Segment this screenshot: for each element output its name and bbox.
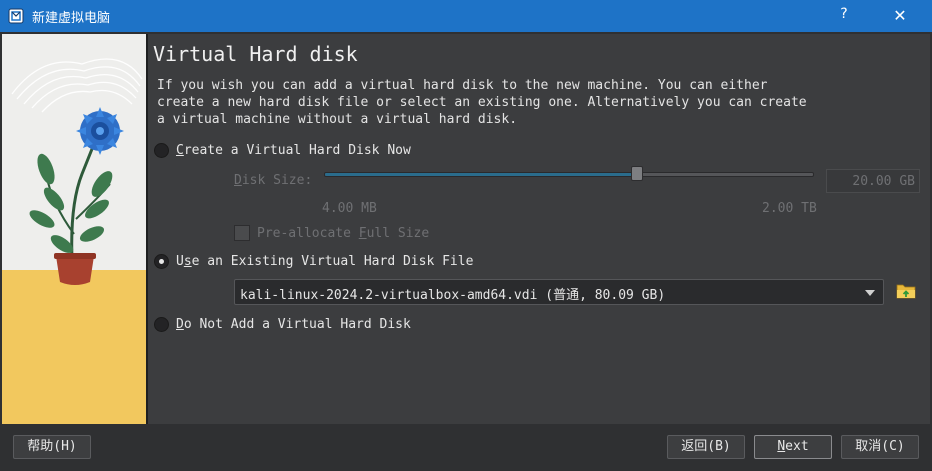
radio-create-label: Create a Virtual Hard Disk Now <box>176 143 411 158</box>
disk-size-label: Disk Size: <box>234 173 313 188</box>
slider-max-label: 2.00 TB <box>762 201 817 216</box>
radio-create-new-disk[interactable]: Create a Virtual Hard Disk Now <box>154 143 411 158</box>
wizard-illustration <box>2 34 146 424</box>
plant-illustration <box>2 34 146 424</box>
help-title-button[interactable]: ? <box>836 6 852 26</box>
radio-no-disk[interactable]: Do Not Add a Virtual Hard Disk <box>154 317 411 332</box>
existing-disk-value: kali-linux-2024.2-virtualbox-amd64.vdi (… <box>240 288 666 303</box>
slider-handle[interactable] <box>631 166 644 181</box>
radio-existing-label: Use an Existing Virtual Hard Disk File <box>176 254 474 269</box>
radio-use-existing-disk[interactable]: Use an Existing Virtual Hard Disk File <box>154 254 473 269</box>
title-bar: 新建虚拟电脑 ? ✕ <box>0 0 932 32</box>
radio-button[interactable] <box>154 254 169 269</box>
window-title: 新建虚拟电脑 <box>32 11 111 26</box>
disk-size-input[interactable]: 20.00 GB <box>826 169 920 193</box>
existing-disk-select[interactable]: kali-linux-2024.2-virtualbox-amd64.vdi (… <box>234 279 884 305</box>
radio-button[interactable] <box>154 143 169 158</box>
slider-min-label: 4.00 MB <box>322 201 377 216</box>
help-button[interactable]: 帮助(H) <box>13 435 91 459</box>
radio-button[interactable] <box>154 317 169 332</box>
close-button[interactable]: ✕ <box>886 6 914 28</box>
preallocate-checkbox-row[interactable]: Pre-allocate Full Size <box>234 225 429 241</box>
wizard-page: Virtual Hard disk If you wish you can ad… <box>148 34 930 424</box>
page-title: Virtual Hard disk <box>153 42 358 66</box>
back-button[interactable]: 返回(B) <box>667 435 745 459</box>
radio-none-label: Do Not Add a Virtual Hard Disk <box>176 317 411 332</box>
next-button[interactable]: Next <box>754 435 832 459</box>
cancel-button[interactable]: 取消(C) <box>841 435 919 459</box>
folder-open-icon[interactable] <box>896 281 916 301</box>
preallocate-label: Pre-allocate Full Size <box>257 225 430 241</box>
disk-size-slider[interactable] <box>324 166 814 181</box>
page-description: If you wish you can add a virtual hard d… <box>157 78 807 127</box>
preallocate-checkbox[interactable] <box>234 225 250 241</box>
chevron-down-icon <box>865 290 875 296</box>
slider-fill <box>325 173 638 176</box>
virtualbox-icon <box>8 8 24 24</box>
